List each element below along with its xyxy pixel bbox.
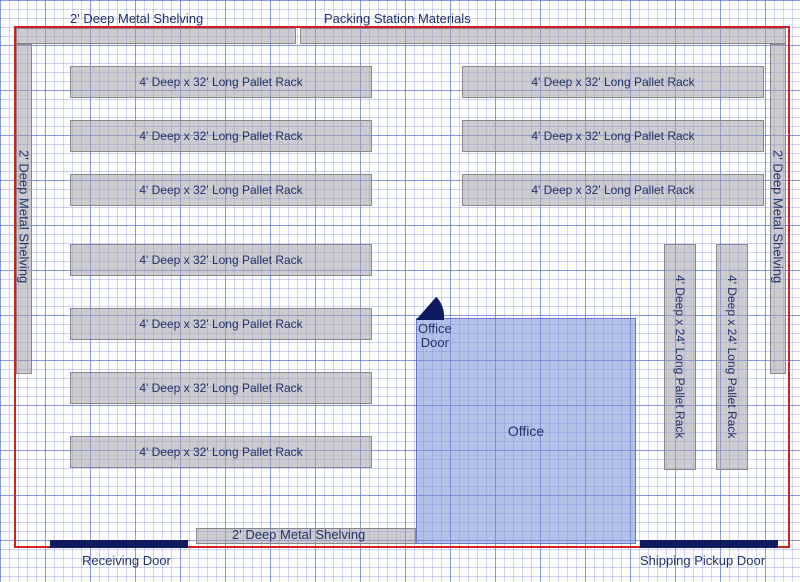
packing-station-label: Packing Station Materials [324, 12, 471, 26]
shipping-door-label: Shipping Pickup Door [640, 554, 765, 568]
vert-rack-2: 4' Deep x 24' Long Pallet Rack [716, 244, 748, 470]
left-rack-2: 4' Deep x 32' Long Pallet Rack [70, 120, 372, 152]
right-shelf-label: 2' Deep Metal Shelving [770, 150, 784, 283]
receiving-door-label: Receiving Door [82, 554, 171, 568]
left-rack-1: 4' Deep x 32' Long Pallet Rack [70, 66, 372, 98]
left-rack-4: 4' Deep x 32' Long Pallet Rack [70, 244, 372, 276]
office-door-label: Office Door [418, 322, 452, 351]
left-rack-7: 4' Deep x 32' Long Pallet Rack [70, 436, 372, 468]
right-rack-1: 4' Deep x 32' Long Pallet Rack [462, 66, 764, 98]
left-rack-6: 4' Deep x 32' Long Pallet Rack [70, 372, 372, 404]
left-shelf-label: 2' Deep Metal Shelving [16, 150, 30, 283]
right-rack-2: 4' Deep x 32' Long Pallet Rack [462, 120, 764, 152]
right-rack-3: 4' Deep x 32' Long Pallet Rack [462, 174, 764, 206]
vert-rack-1: 4' Deep x 24' Long Pallet Rack [664, 244, 696, 470]
bottom-shelf-label: 2' Deep Metal Shelving [232, 528, 365, 542]
top-shelf-right [300, 28, 786, 44]
top-shelving-label: 2' Deep Metal Shelving [70, 12, 203, 26]
top-shelf-left [16, 28, 296, 44]
office-area: Office [416, 318, 636, 544]
floorplan-canvas: 2' Deep Metal Shelving Packing Station M… [0, 0, 800, 582]
shipping-door [640, 540, 778, 548]
receiving-door [50, 540, 188, 548]
left-rack-3: 4' Deep x 32' Long Pallet Rack [70, 174, 372, 206]
left-rack-5: 4' Deep x 32' Long Pallet Rack [70, 308, 372, 340]
